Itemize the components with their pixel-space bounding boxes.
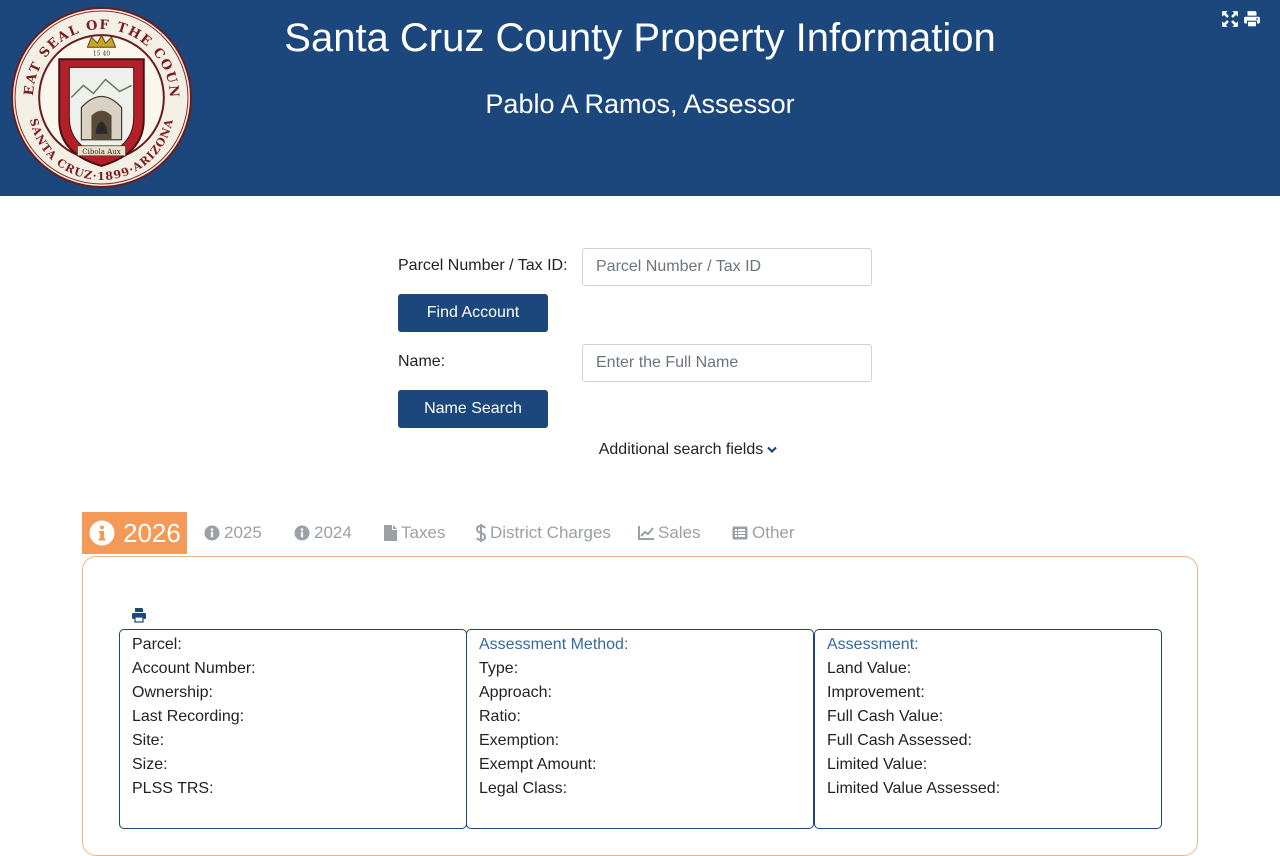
tab-label: Other bbox=[752, 523, 795, 542]
site-label: Site: bbox=[132, 732, 165, 749]
tab-2026[interactable]: 2026 bbox=[82, 512, 187, 554]
print-details-icon[interactable] bbox=[131, 606, 147, 624]
type-label: Type: bbox=[479, 660, 519, 677]
assessment-method-column: Assessment Method: Type: Approach: Ratio… bbox=[466, 629, 814, 829]
parcel-label: Parcel: bbox=[132, 636, 182, 653]
ratio-label: Ratio: bbox=[479, 708, 521, 725]
assessment-method-heading: Assessment Method: bbox=[479, 636, 629, 653]
additional-search-fields-label: Additional search fields bbox=[598, 441, 764, 458]
assessment-heading: Assessment: bbox=[827, 636, 919, 653]
parcel-number-input[interactable] bbox=[582, 248, 872, 286]
tab-label: 2024 bbox=[314, 523, 352, 542]
tab-label: 2026 bbox=[123, 517, 181, 548]
full-name-input[interactable] bbox=[582, 344, 872, 382]
page-subtitle: Pablo A Ramos, Assessor bbox=[485, 89, 795, 119]
page-title: Santa Cruz County Property Information bbox=[284, 16, 996, 60]
exemption-label: Exemption: bbox=[479, 732, 560, 749]
approach-label: Approach: bbox=[479, 684, 552, 701]
info-circle-icon bbox=[204, 525, 220, 541]
name-label: Name: bbox=[398, 353, 446, 370]
full-cash-assessed-label: Full Cash Assessed: bbox=[827, 732, 972, 749]
tab-taxes[interactable]: Taxes bbox=[384, 512, 445, 554]
last-recording-label: Last Recording: bbox=[132, 708, 245, 725]
name-search-button[interactable]: Name Search bbox=[398, 390, 548, 428]
info-circle-icon bbox=[294, 525, 310, 541]
list-alt-icon bbox=[732, 526, 748, 540]
tab-label: Taxes bbox=[401, 523, 446, 542]
page-header: GREAT SEAL OF THE COUNTY SANTA CRUZ·1899… bbox=[0, 0, 1280, 196]
dollar-icon bbox=[476, 524, 486, 542]
chart-line-icon bbox=[638, 526, 654, 540]
tab-2025[interactable]: 2025 bbox=[204, 512, 262, 554]
chevron-down-icon bbox=[767, 446, 778, 453]
size-label: Size: bbox=[132, 756, 168, 773]
tab-label: 2025 bbox=[224, 523, 262, 542]
file-icon bbox=[384, 525, 397, 541]
improvement-label: Improvement: bbox=[827, 684, 925, 701]
tab-other[interactable]: Other bbox=[732, 512, 795, 554]
additional-search-fields-toggle[interactable]: Additional search fields bbox=[0, 441, 1280, 459]
tab-sales[interactable]: Sales bbox=[638, 512, 701, 554]
tab-label: District Charges bbox=[490, 523, 611, 542]
tab-label: Sales bbox=[658, 523, 701, 542]
parcel-number-label: Parcel Number / Tax ID: bbox=[398, 257, 568, 274]
limited-value-label: Limited Value: bbox=[827, 756, 928, 773]
land-value-label: Land Value: bbox=[827, 660, 912, 677]
info-circle-icon bbox=[89, 520, 115, 546]
tab-district-charges[interactable]: District Charges bbox=[476, 512, 611, 554]
svg-text:Cibola Aux: Cibola Aux bbox=[82, 147, 121, 156]
find-account-button[interactable]: Find Account bbox=[398, 294, 548, 332]
account-number-label: Account Number: bbox=[132, 660, 256, 677]
fullscreen-icon[interactable] bbox=[1221, 10, 1239, 28]
limited-value-assessed-label: Limited Value Assessed: bbox=[827, 780, 1001, 797]
ownership-label: Ownership: bbox=[132, 684, 213, 701]
full-cash-value-label: Full Cash Value: bbox=[827, 708, 944, 725]
property-info-column: Parcel: Account Number: Ownership: Last … bbox=[119, 629, 467, 829]
exempt-amount-label: Exempt Amount: bbox=[479, 756, 597, 773]
print-icon[interactable] bbox=[1243, 10, 1261, 28]
plss-trs-label: PLSS TRS: bbox=[132, 780, 214, 797]
assessment-column: Assessment: Land Value: Improvement: Ful… bbox=[814, 629, 1162, 829]
tab-2024[interactable]: 2024 bbox=[294, 512, 352, 554]
legal-class-label: Legal Class: bbox=[479, 780, 568, 797]
